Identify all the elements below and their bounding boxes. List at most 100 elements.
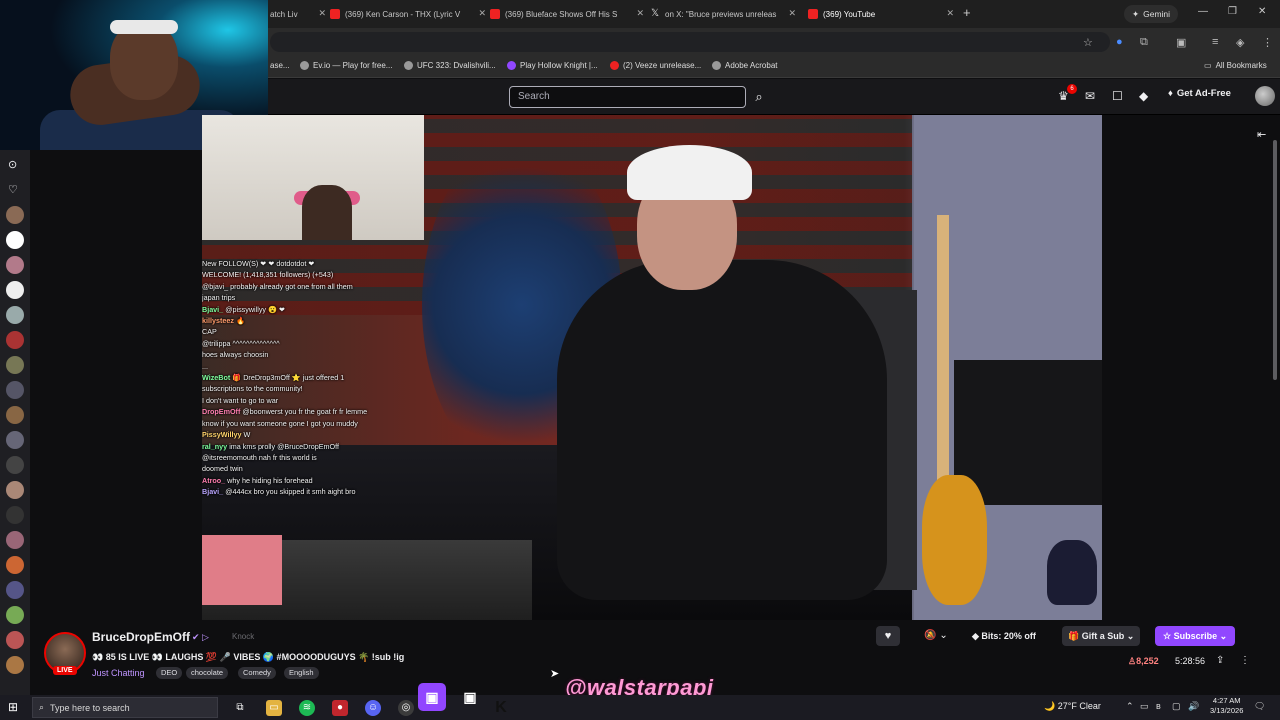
- channel-avatar[interactable]: [6, 431, 24, 449]
- app-icon[interactable]: ●: [332, 700, 348, 716]
- tag[interactable]: English: [284, 667, 319, 679]
- bits-icon[interactable]: ◆: [1139, 89, 1148, 103]
- shield-icon[interactable]: ◈: [1236, 36, 1244, 49]
- channel-avatar[interactable]: [6, 231, 24, 249]
- gift-sub-button[interactable]: 🎁 Gift a Sub ⌄: [1062, 626, 1141, 646]
- minimize-icon[interactable]: —: [1198, 6, 1208, 17]
- bits-button[interactable]: ◆ Bits: 20% off: [966, 626, 1042, 646]
- user-avatar[interactable]: [1255, 86, 1275, 106]
- close-window-icon[interactable]: ✕: [1258, 6, 1266, 17]
- extension-icon[interactable]: ●: [1116, 36, 1123, 48]
- channel-avatar[interactable]: [6, 506, 24, 524]
- chat-username[interactable]: DropEmOff: [202, 407, 240, 416]
- channel-avatar[interactable]: [6, 656, 24, 674]
- close-icon[interactable]: ✕: [318, 8, 326, 19]
- bookmark-item[interactable]: ase...: [270, 61, 290, 70]
- search-button[interactable]: ⌕: [748, 86, 770, 108]
- channel-avatar[interactable]: [6, 531, 24, 549]
- twitch-icon[interactable]: ▣: [418, 683, 446, 711]
- system-clock[interactable]: 4:27 AM 3/13/2026: [1210, 696, 1243, 716]
- task-view-icon[interactable]: ⧉: [232, 700, 248, 716]
- channel-avatar[interactable]: [6, 481, 24, 499]
- all-bookmarks[interactable]: ▭ All Bookmarks: [1204, 61, 1267, 70]
- follow-button[interactable]: ♥: [876, 626, 900, 646]
- tag[interactable]: DEO: [156, 667, 183, 679]
- network-icon[interactable]: ▭: [1140, 701, 1149, 712]
- channel-avatar[interactable]: [6, 331, 24, 349]
- tag[interactable]: chocolate: [186, 667, 229, 679]
- collapse-chat-icon[interactable]: ⇤: [1257, 128, 1266, 141]
- file-explorer-icon[interactable]: ▭: [266, 700, 282, 716]
- display-icon[interactable]: ▢: [1172, 701, 1181, 712]
- channel-avatar[interactable]: [6, 306, 24, 324]
- obs-icon[interactable]: ◎: [398, 700, 414, 716]
- chat-username[interactable]: ral_nyy: [202, 442, 227, 451]
- discord-icon[interactable]: ☺: [365, 700, 381, 716]
- browser-tab[interactable]: (369) Ken Carson - THX (Lyric V ✕: [330, 4, 486, 24]
- whispers-icon[interactable]: ☐: [1112, 89, 1123, 103]
- menu-icon[interactable]: ⋮: [1262, 36, 1273, 49]
- category-link[interactable]: Just Chatting: [92, 668, 145, 678]
- spotify-icon[interactable]: ≋: [299, 700, 315, 716]
- channel-avatar[interactable]: [6, 631, 24, 649]
- chat-username[interactable]: WizeBot: [202, 373, 230, 382]
- weather-widget[interactable]: 🌙 27°F Clear: [1044, 701, 1101, 712]
- channel-avatar[interactable]: [6, 256, 24, 274]
- inbox-icon[interactable]: ✉: [1085, 89, 1095, 103]
- browser-tab-active[interactable]: (369) YouTube ✕: [808, 4, 954, 24]
- close-icon[interactable]: ✕: [946, 8, 954, 19]
- sidebar-icon[interactable]: ▣: [1176, 36, 1186, 49]
- bookmark-item[interactable]: (2) Veeze unrelease...: [610, 61, 701, 70]
- close-icon[interactable]: ✕: [478, 8, 486, 19]
- get-ad-free-button[interactable]: ♦ Get Ad-Free: [1168, 88, 1231, 99]
- chat-username[interactable]: Atroo_: [202, 476, 225, 485]
- bookmark-item[interactable]: Ev.io — Play for free...: [300, 61, 392, 70]
- subscribe-button[interactable]: ☆ Subscribe ⌄: [1155, 626, 1236, 646]
- tag[interactable]: Comedy: [238, 667, 276, 679]
- close-icon[interactable]: ✕: [788, 8, 796, 19]
- media-icon[interactable]: ≡: [1212, 36, 1218, 48]
- browser-tab[interactable]: 𝕏 on X: "Bruce previews unreleas ✕: [650, 4, 796, 24]
- more-options-icon[interactable]: ⋮: [1240, 655, 1250, 666]
- gemini-button[interactable]: ✦ Gemini: [1124, 5, 1179, 23]
- new-tab-button[interactable]: +: [963, 5, 971, 20]
- chat-username[interactable]: Bjavi_: [202, 305, 223, 314]
- search-input[interactable]: Search: [509, 86, 746, 108]
- channel-avatar[interactable]: [6, 206, 24, 224]
- channel-avatar[interactable]: [6, 381, 24, 399]
- url-field[interactable]: [270, 32, 1110, 52]
- channel-avatar[interactable]: [6, 406, 24, 424]
- channel-avatar[interactable]: [6, 581, 24, 599]
- puzzle-icon[interactable]: ⧉: [1140, 36, 1148, 49]
- close-icon[interactable]: ✕: [636, 8, 644, 19]
- bookmark-item[interactable]: Play Hollow Knight |...: [507, 61, 598, 70]
- twitch-glitch-icon[interactable]: ▣: [456, 683, 484, 711]
- bookmark-item[interactable]: Adobe Acrobat: [712, 61, 777, 70]
- channel-name[interactable]: BruceDropEmOff: [92, 630, 190, 644]
- collapse-icon[interactable]: ⊙: [8, 158, 17, 171]
- bookmark-item[interactable]: UFC 323: Dvalishvili...: [404, 61, 496, 70]
- chat-username[interactable]: Bjavi_: [202, 487, 223, 496]
- channel-avatar[interactable]: [6, 556, 24, 574]
- browser-tab[interactable]: (369) Blueface Shows Off His S ✕: [490, 4, 644, 24]
- start-button[interactable]: ⊞: [8, 700, 18, 714]
- notifications-icon[interactable]: 🗨: [1254, 701, 1265, 712]
- channel-avatar[interactable]: [6, 281, 24, 299]
- channel-avatar[interactable]: [6, 456, 24, 474]
- taskbar-search-input[interactable]: ⌕ Type here to search: [32, 697, 218, 718]
- browser-tab[interactable]: atch Liv ✕: [270, 4, 326, 24]
- star-icon[interactable]: ☆: [1083, 36, 1093, 49]
- share-icon[interactable]: ⇪: [1216, 655, 1224, 666]
- heart-icon[interactable]: ♡: [8, 183, 18, 196]
- channel-avatar[interactable]: [6, 356, 24, 374]
- scrollbar-thumb[interactable]: [1273, 140, 1277, 380]
- bluetooth-icon[interactable]: ʙ: [1156, 701, 1161, 711]
- volume-icon[interactable]: 🔊: [1188, 701, 1199, 712]
- notification-toggle[interactable]: 🔕 ⌄: [916, 626, 956, 646]
- kick-icon[interactable]: K: [488, 700, 514, 716]
- channel-avatar[interactable]: [6, 606, 24, 624]
- chat-username[interactable]: killysteez: [202, 316, 234, 325]
- tray-chevron-icon[interactable]: ⌃: [1126, 701, 1134, 712]
- chat-username[interactable]: PissyWillyy: [202, 430, 242, 439]
- maximize-icon[interactable]: ❐: [1228, 6, 1237, 17]
